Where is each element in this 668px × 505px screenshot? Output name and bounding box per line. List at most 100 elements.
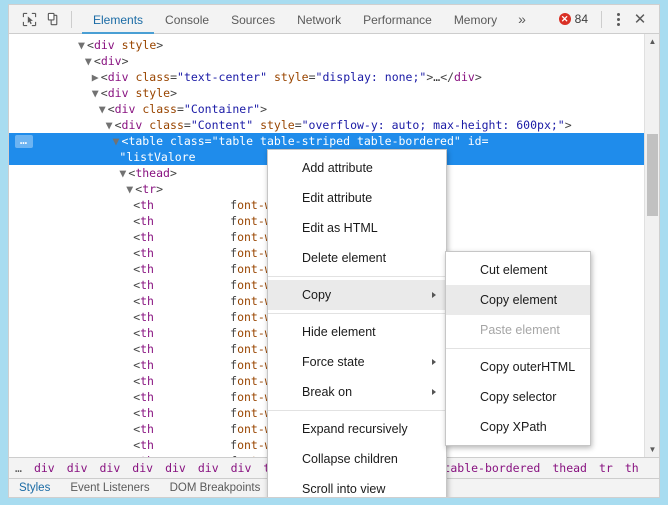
breadcrumb-item[interactable]: div — [225, 461, 258, 475]
context-menu-item[interactable]: Expand recursively — [268, 414, 446, 444]
context-menu-item[interactable]: Break on — [268, 377, 446, 407]
context-menu-item[interactable]: Force state — [268, 347, 446, 377]
selected-dom-row[interactable]: ▼ <table class="table table-striped table… — [9, 133, 659, 149]
dom-row[interactable]: ▼ <div style> — [9, 37, 659, 53]
context-menu-item[interactable]: Scroll into view — [268, 474, 446, 497]
device-toolbar-icon[interactable] — [41, 8, 65, 30]
more-options-icon[interactable] — [609, 8, 627, 30]
disclosure-triangle-icon[interactable]: ▼ — [92, 85, 101, 101]
code-token: > — [156, 38, 164, 52]
breadcrumb-item[interactable]: th — [619, 461, 645, 475]
code-token: div — [454, 70, 475, 84]
code-token: > — [474, 70, 482, 84]
breadcrumb-item[interactable]: div — [28, 461, 61, 475]
tab-elements[interactable]: Elements — [82, 6, 155, 34]
code-token: div — [114, 102, 136, 116]
context-menu-item[interactable]: Edit as HTML — [268, 213, 446, 243]
dom-row[interactable]: ▼ <div class="Content" style="overflow-y:… — [9, 117, 659, 133]
disclosure-triangle-icon[interactable]: ▼ — [126, 181, 135, 197]
code-token: div — [121, 118, 143, 132]
inspect-element-icon[interactable] — [17, 8, 41, 30]
collapsed-indicator[interactable]: … — [15, 134, 33, 148]
scrollbar-thumb[interactable] — [647, 134, 658, 216]
copy-submenu-item[interactable]: Copy element — [446, 285, 590, 315]
code-token: f — [153, 422, 238, 436]
submenu-arrow-icon — [432, 359, 436, 365]
disclosure-triangle-icon[interactable]: ▼ — [78, 37, 87, 53]
context-menu[interactable]: Add attribute Edit attribute Edit as HTML D… — [267, 149, 447, 497]
code-token: th — [140, 230, 154, 244]
submenu-arrow-icon — [432, 292, 436, 298]
code-token: th — [140, 374, 154, 388]
breadcrumb-item[interactable]: div — [159, 461, 192, 475]
copy-submenu-item[interactable]: Cut element — [446, 255, 590, 285]
dom-row[interactable]: ▼ <div> — [9, 53, 659, 69]
scroll-up-icon[interactable]: ▲ — [645, 34, 659, 49]
menu-separator — [446, 348, 590, 349]
context-menu-item[interactable]: Delete element — [268, 243, 446, 273]
scroll-down-icon[interactable]: ▼ — [645, 442, 659, 457]
sidebar-tab[interactable]: DOM Breakpoints — [160, 482, 271, 494]
code-token: tr — [142, 182, 157, 196]
copy-submenu-item[interactable]: Copy outerHTML — [446, 352, 590, 382]
breadcrumb-item[interactable]: tr — [593, 461, 619, 475]
menu-item-label: Edit attribute — [302, 191, 373, 205]
sidebar-tab[interactable]: Styles — [9, 482, 60, 494]
menu-item-label: Cut element — [480, 263, 548, 277]
code-token: th — [140, 358, 154, 372]
code-token: f — [153, 310, 238, 324]
disclosure-triangle-icon[interactable]: ▶ — [92, 69, 101, 85]
disclosure-triangle-icon[interactable]: ▼ — [99, 101, 108, 117]
error-badge[interactable]: ✕ 84 — [558, 12, 588, 26]
close-icon[interactable]: ✕ — [627, 8, 653, 30]
code-token: f — [153, 374, 238, 388]
code-token: div — [107, 86, 129, 100]
breadcrumb-item[interactable]: div — [126, 461, 159, 475]
disclosure-triangle-icon[interactable]: ▼ — [85, 53, 94, 69]
code-token: f — [153, 326, 238, 340]
tab-sources[interactable]: Sources — [220, 6, 286, 34]
copy-submenu-item[interactable]: Copy XPath — [446, 412, 590, 442]
tab-console[interactable]: Console — [154, 6, 220, 34]
dom-row[interactable]: ▼ <div style> — [9, 85, 659, 101]
code-token: table — [128, 134, 164, 148]
menu-item-label: Force state — [302, 355, 365, 369]
dom-row[interactable]: ▶ <div class="text-center" style="display… — [9, 69, 659, 85]
context-menu-item[interactable]: Edit attribute — [268, 183, 446, 213]
dom-scrollbar[interactable]: ▲ ▼ — [644, 34, 659, 457]
dom-row[interactable]: ▼ <div class="Container"> — [9, 101, 659, 117]
breadcrumb-item[interactable]: thead — [546, 461, 593, 475]
code-token: th — [140, 406, 154, 420]
copy-submenu-item[interactable]: Copy selector — [446, 382, 590, 412]
code-token: "Container" — [183, 102, 261, 116]
context-menu-item[interactable]: Copy — [268, 280, 446, 310]
context-menu-item[interactable]: Add attribute — [268, 153, 446, 183]
context-menu-item[interactable]: Collapse children — [268, 444, 446, 474]
more-tabs-icon[interactable]: » — [508, 6, 536, 34]
code-token: id — [467, 134, 482, 148]
context-menu-item[interactable]: Hide element — [268, 317, 446, 347]
disclosure-triangle-icon[interactable]: ▼ — [106, 117, 115, 133]
tab-network[interactable]: Network — [286, 6, 352, 34]
toolbar-divider — [71, 10, 72, 28]
tab-memory[interactable]: Memory — [443, 6, 508, 34]
menu-item-label: Break on — [302, 385, 353, 399]
tab-performance[interactable]: Performance — [352, 6, 443, 34]
code-token: class — [142, 102, 177, 116]
code-token: f — [153, 406, 238, 420]
code-token: f — [153, 278, 238, 292]
breadcrumb-item[interactable]: div — [94, 461, 127, 475]
code-token: > — [121, 54, 129, 68]
breadcrumb-item[interactable]: … — [9, 461, 28, 475]
sidebar-tab[interactable]: Event Listeners — [60, 482, 159, 494]
panel-tabs: Elements Console Sources Network Perform… — [82, 5, 536, 34]
code-token: div — [93, 38, 115, 52]
breadcrumb-item[interactable]: div — [192, 461, 225, 475]
devtools-toolbar: Elements Console Sources Network Perform… — [9, 5, 659, 34]
menu-item-label: Copy — [302, 288, 332, 302]
breadcrumb-item[interactable]: div — [61, 461, 94, 475]
copy-submenu[interactable]: Cut element Copy element Paste element Copy… — [445, 251, 591, 446]
disclosure-triangle-icon[interactable]: ▼ — [113, 133, 122, 149]
code-token: < — [93, 54, 101, 68]
